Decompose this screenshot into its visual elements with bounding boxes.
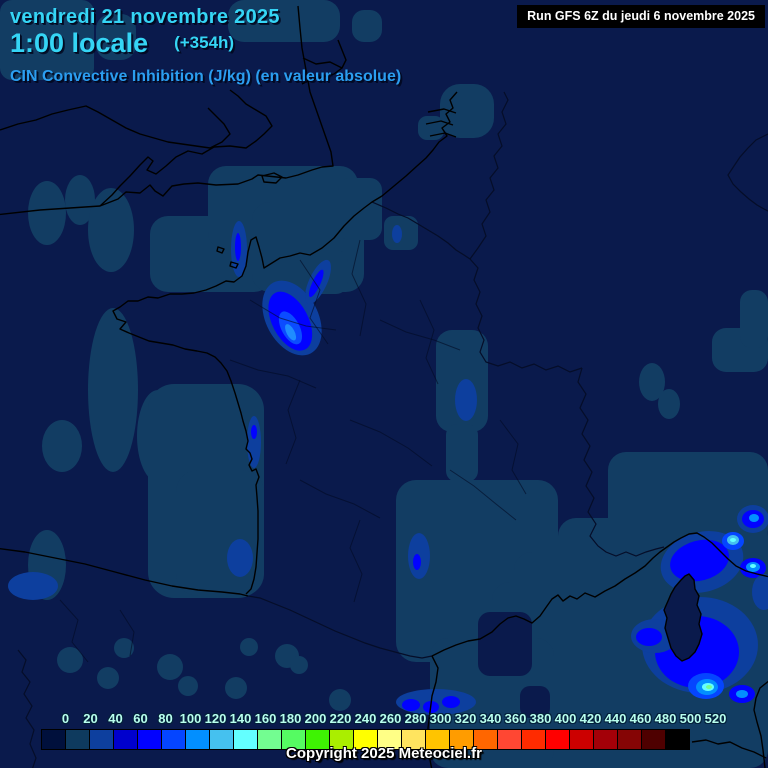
legend-value-label: 240 <box>354 711 377 726</box>
legend-value-label: 180 <box>279 711 302 726</box>
legend-labels: 0 20 40 60 80 100 120 140 160 180 200 220 240 260 280 3… <box>53 711 728 726</box>
model-run-info: Run GFS 6Z du jeudi 6 novembre 2025 <box>517 5 765 28</box>
legend-value-label: 40 <box>108 711 123 726</box>
legend-value-label: 480 <box>654 711 677 726</box>
forecast-time: 1:00 locale (+354h) <box>10 28 234 59</box>
legend-value-label: 80 <box>158 711 173 726</box>
legend-value-label: 100 <box>179 711 202 726</box>
legend-value-label: 460 <box>629 711 652 726</box>
legend-value-label: 300 <box>429 711 452 726</box>
legend-value-label: 60 <box>133 711 148 726</box>
weather-map-page: vendredi 21 novembre 2025 1:00 locale (+3… <box>0 0 768 768</box>
legend-value-label: 380 <box>529 711 552 726</box>
legend-value-label: 280 <box>404 711 427 726</box>
legend-value-label: 160 <box>254 711 277 726</box>
legend-value-label: 220 <box>329 711 352 726</box>
legend-value-label: 400 <box>554 711 577 726</box>
legend-value-label: 0 <box>61 711 70 726</box>
legend-value-label: 520 <box>704 711 727 726</box>
legend-value-label: 320 <box>454 711 477 726</box>
forecast-time-label: 1:00 locale <box>10 28 149 58</box>
legend-value-label: 420 <box>579 711 602 726</box>
legend-value-label: 120 <box>204 711 227 726</box>
legend-value-label: 200 <box>304 711 327 726</box>
legend-value-label: 140 <box>229 711 252 726</box>
map-parameter-title: CIN Convective Inhibition (J/kg) (en val… <box>10 68 402 85</box>
legend-value-label: 340 <box>479 711 502 726</box>
forecast-date: vendredi 21 novembre 2025 <box>10 6 280 28</box>
copyright-text: Copyright 2025 Meteociel.fr <box>286 745 482 762</box>
forecast-offset: (+354h) <box>174 33 235 52</box>
legend-value-label: 440 <box>604 711 627 726</box>
weather-map <box>0 0 768 768</box>
legend-value-label: 260 <box>379 711 402 726</box>
legend-value-label: 500 <box>679 711 702 726</box>
legend-value-label: 20 <box>83 711 98 726</box>
legend-value-label: 360 <box>504 711 527 726</box>
